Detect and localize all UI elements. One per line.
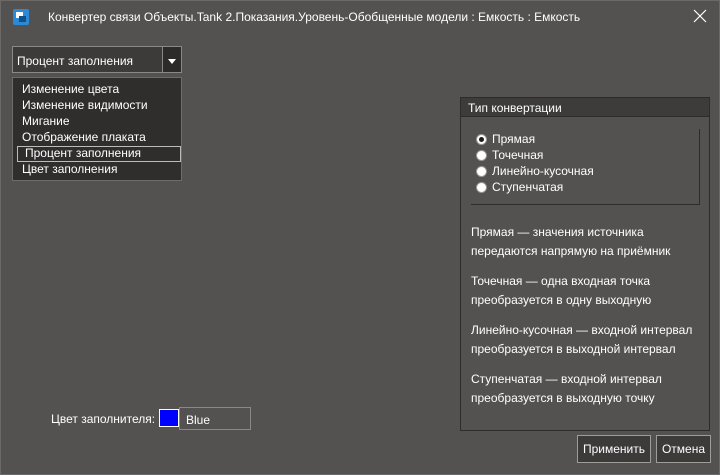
combobox-dropdown-button[interactable] — [162, 46, 182, 73]
dropdown-option-color-change[interactable]: Изменение цвета — [14, 82, 180, 98]
description-piecewise-linear: Линейно-кусочная — входной интервал прео… — [471, 323, 693, 356]
fill-color-swatch[interactable] — [159, 409, 179, 427]
conversion-type-group: Тип конвертации Прямая Точечная Линейно-… — [460, 97, 710, 431]
dropdown-option-poster-display[interactable]: Отображение плаката — [14, 130, 180, 146]
property-dropdown-list: Изменение цвета Изменение видимости Мига… — [12, 77, 182, 181]
fill-color-field[interactable]: Blue — [179, 407, 251, 430]
radio-label-direct: Прямая — [492, 132, 536, 146]
cancel-button[interactable]: Отмена — [656, 435, 711, 463]
dropdown-option-fill-color[interactable]: Цвет заполнения — [14, 162, 180, 178]
dropdown-option-visibility-change[interactable]: Изменение видимости — [14, 98, 180, 114]
apply-button[interactable]: Применить — [577, 435, 651, 463]
radio-step[interactable]: Ступенчатая — [476, 180, 563, 194]
conversion-type-header: Тип конвертации — [461, 98, 709, 117]
radio-label-piecewise-linear: Линейно-кусочная — [492, 164, 594, 178]
description-direct: Прямая — значения источника передаются н… — [471, 225, 671, 258]
radio-label-point: Точечная — [492, 148, 544, 162]
app-logo-icon — [13, 9, 29, 25]
radio-point[interactable]: Точечная — [476, 148, 543, 162]
conversion-type-title: Тип конвертации — [468, 101, 562, 115]
caret-down-icon — [168, 53, 176, 67]
converter-dialog: Конвертер связи Объекты.Tank 2.Показания… — [0, 0, 720, 475]
radio-piecewise-linear[interactable]: Линейно-кусочная — [476, 164, 594, 178]
radio-button-checked[interactable] — [476, 133, 487, 145]
radio-direct[interactable]: Прямая — [476, 132, 535, 146]
description-step: Ступенчатая — входной интервал преобразу… — [471, 372, 662, 405]
window-title: Конвертер связи Объекты.Tank 2.Показания… — [48, 10, 581, 24]
dropdown-option-fill-percent[interactable]: Процент заполнения — [17, 146, 181, 162]
radio-button[interactable] — [476, 165, 487, 177]
dropdown-option-blinking[interactable]: Мигание — [14, 114, 180, 130]
conversion-type-radio-group: Прямая Точечная Линейно-кусочная Ступенч… — [471, 129, 700, 205]
radio-button[interactable] — [476, 149, 487, 161]
radio-label-step: Ступенчатая — [492, 180, 564, 194]
description-point: Точечная — одна входная точка преобразуе… — [471, 274, 652, 307]
close-button[interactable] — [683, 3, 717, 31]
radio-button[interactable] — [476, 181, 487, 193]
title-bar: Конвертер связи Объекты.Tank 2.Показания… — [1, 1, 719, 33]
fill-color-value: Blue — [186, 413, 211, 427]
property-combobox-value: Процент заполнения — [17, 54, 134, 68]
property-combobox[interactable]: Процент заполнения — [12, 46, 182, 73]
fill-color-label: Цвет заполнителя: — [51, 412, 156, 426]
close-icon — [693, 9, 707, 26]
